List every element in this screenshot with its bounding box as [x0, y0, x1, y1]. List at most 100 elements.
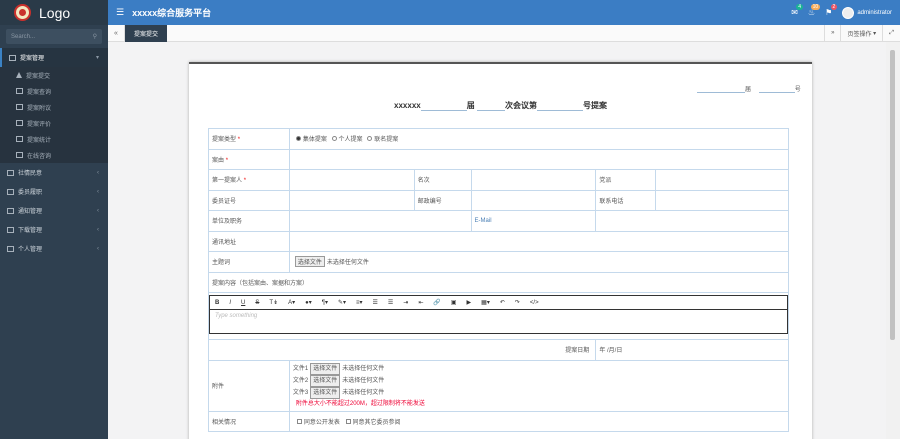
radio-collective[interactable]	[295, 136, 301, 142]
rank-input[interactable]	[470, 169, 597, 191]
scrollbar[interactable]	[886, 42, 900, 439]
email-label: E-Mail	[470, 210, 597, 232]
cause-input[interactable]	[288, 148, 790, 170]
phone-input[interactable]	[655, 189, 789, 211]
date-input[interactable]: 年 /月/日	[595, 339, 789, 361]
checkbox-label: 同意其它委员参阅	[352, 419, 401, 426]
font-size-icon[interactable]: T↡	[269, 299, 278, 306]
rich-text-editor: B I U S T↡ A▾ ●▾ ¶▾ ✎▾ ≡▾ ☰ ☰ ⇥ ⇤ 🔗 ▣ ▶ …	[209, 295, 788, 334]
title-input-1[interactable]	[420, 103, 467, 111]
session-input[interactable]	[697, 85, 745, 93]
address-input[interactable]	[288, 230, 790, 252]
flag-icon[interactable]: ⚑ 2	[825, 4, 838, 17]
topbar: ☰ xxxxx综合服务平台 ✉ 4 ♨ 10 ⚑ 2 administrator	[108, 0, 900, 25]
cert-input[interactable]	[288, 189, 415, 211]
sidebar-item-label: 委员履职	[18, 190, 43, 196]
file1-button[interactable]: 选择文件	[310, 362, 341, 375]
sidebar-item-label: 社情民意	[18, 171, 43, 177]
sidebar-item-download[interactable]: 下载管理 ‹	[0, 220, 108, 239]
party-input[interactable]	[655, 169, 789, 191]
checkbox-share[interactable]	[345, 418, 351, 424]
redo-icon[interactable]: ↷	[515, 299, 520, 306]
ordered-list-icon[interactable]: ☰	[373, 299, 378, 306]
table-icon[interactable]: ▦▾	[481, 299, 490, 306]
radio-individual[interactable]	[331, 136, 337, 142]
sidebar-item-proposal-management[interactable]: 提案管理 ▾	[0, 48, 108, 67]
sidebar-subitem-submit[interactable]: 提案提交	[0, 67, 108, 83]
monitor-icon	[7, 226, 14, 233]
radio-joint[interactable]	[367, 136, 373, 142]
outdent-icon[interactable]: ⇤	[418, 299, 423, 306]
first-proposer-input[interactable]	[288, 169, 415, 191]
number-input[interactable]	[758, 85, 795, 93]
checkbox-publish[interactable]	[296, 418, 302, 424]
cause-label: 案由 *	[208, 148, 290, 170]
menu-toggle-icon[interactable]: ☰	[116, 7, 124, 18]
font-family-icon[interactable]: A▾	[288, 299, 295, 306]
checkbox-label: 同意公开发表	[303, 419, 340, 426]
sidebar-subitem-second[interactable]: 提案附议	[0, 99, 108, 115]
pen-icon[interactable]: ✎▾	[338, 299, 346, 306]
tab-operations-dropdown[interactable]: 页签操作 ▾	[840, 24, 882, 42]
unordered-list-icon[interactable]: ☰	[388, 299, 393, 306]
title-part: 届	[466, 101, 475, 110]
content-area: 届 号 xxxxxx 届 次会议第 号提案 提案类型 * 集体提案 个人提案 联名提…	[108, 42, 886, 439]
search-input[interactable]: Search... ⚲	[6, 29, 102, 44]
sidebar-item-public-opinion[interactable]: 社情民意 ‹	[0, 163, 108, 182]
undo-icon[interactable]: ↶	[500, 299, 505, 306]
topic-file-button[interactable]: 选择文件	[294, 256, 325, 268]
sitemap-icon	[16, 72, 22, 78]
tab-scroll-right-icon[interactable]: »	[824, 24, 840, 42]
file-label: 文件2	[292, 377, 309, 384]
title-input-3[interactable]	[536, 103, 583, 111]
chevron-left-icon: ‹	[97, 169, 99, 176]
sidebar-subitem-stats[interactable]: 提案统计	[0, 131, 108, 147]
sidebar-subitem-label: 提案提交	[26, 73, 51, 80]
color-icon[interactable]: ●▾	[305, 299, 312, 306]
strikethrough-icon[interactable]: S	[255, 300, 259, 306]
user-menu[interactable]: administrator	[842, 6, 892, 19]
link-icon[interactable]: 🔗	[433, 299, 440, 306]
sidebar-subitem-label: 提案附议	[27, 105, 52, 112]
bold-icon[interactable]: B	[215, 300, 219, 306]
underline-icon[interactable]: U	[241, 300, 245, 306]
logo-text: Logo	[39, 4, 71, 21]
postcode-input[interactable]	[470, 189, 597, 211]
scrollbar-thumb[interactable]	[890, 50, 895, 340]
italic-icon[interactable]: I	[229, 300, 231, 306]
first-proposer-label: 第一提案人 *	[208, 169, 290, 191]
file2-button[interactable]: 选择文件	[310, 374, 341, 387]
image-icon[interactable]: ▣	[451, 299, 457, 306]
chevron-left-icon: ‹	[97, 226, 99, 233]
sidebar-item-notice[interactable]: 通知管理 ‹	[0, 201, 108, 220]
paragraph-icon[interactable]: ¶▾	[322, 299, 328, 306]
fullscreen-icon[interactable]: ⤢	[882, 24, 900, 42]
code-icon[interactable]: </>	[530, 300, 539, 306]
file3-button[interactable]: 选择文件	[310, 386, 341, 399]
monitor-icon	[16, 136, 23, 142]
required-mark: *	[243, 178, 247, 185]
sidebar-item-duty[interactable]: 委员履职 ‹	[0, 182, 108, 201]
title-input-2[interactable]	[476, 103, 505, 111]
tab-proposal-submit[interactable]: 提案提交	[125, 24, 168, 42]
attachment-cell: 文件1 选择文件 未选择任何文件 文件2 选择文件 未选择任何文件 文件3 选择文件 未选择…	[288, 359, 790, 412]
align-icon[interactable]: ≡▾	[356, 299, 363, 306]
sidebar-item-personal[interactable]: 个人管理 ‹	[0, 239, 108, 258]
logo[interactable]: Logo	[0, 0, 108, 25]
sidebar-subitem-consult[interactable]: 在线咨询	[0, 147, 108, 163]
sidebar-subitem-evaluate[interactable]: 提案评价	[0, 115, 108, 131]
unit-input[interactable]	[288, 210, 472, 232]
sidebar-subitem-query[interactable]: 提案查询	[0, 83, 108, 99]
indent-icon[interactable]: ⇥	[403, 299, 408, 306]
bell-icon[interactable]: ♨ 10	[808, 4, 821, 17]
mail-icon[interactable]: ✉ 4	[791, 4, 803, 17]
label-text: 提案类型	[212, 137, 237, 144]
editor-toolbar: B I U S T↡ A▾ ●▾ ¶▾ ✎▾ ≡▾ ☰ ☰ ⇥ ⇤ 🔗 ▣ ▶ …	[210, 296, 787, 310]
video-icon[interactable]: ▶	[467, 299, 472, 306]
tab-scroll-left-icon[interactable]: «	[108, 24, 125, 42]
monitor-icon	[7, 188, 14, 195]
party-label: 党派	[595, 169, 657, 191]
email-input[interactable]	[595, 210, 789, 232]
address-label: 通讯地址	[208, 230, 290, 252]
editor-body[interactable]: Type something	[210, 310, 787, 333]
